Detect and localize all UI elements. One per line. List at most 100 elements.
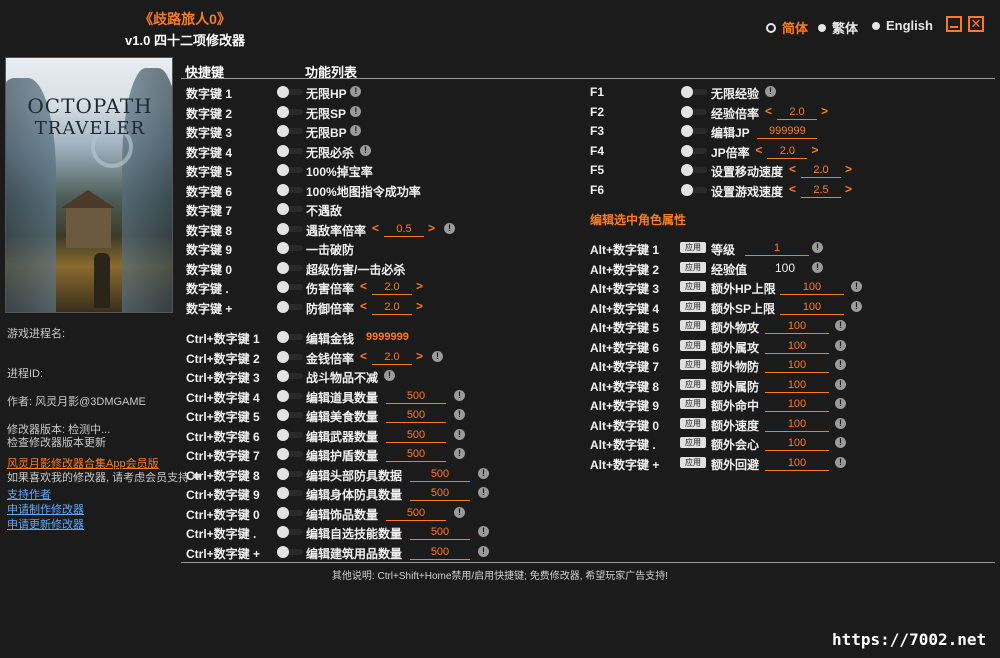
feature-row: 数字键 7 不遇敌 bbox=[0, 199, 590, 218]
feature-row: F6 设置游戏速度 <2.5 > bbox=[0, 180, 1000, 199]
stepper-decrease-button[interactable]: < bbox=[755, 143, 762, 157]
apply-button[interactable]: 应用 bbox=[680, 437, 706, 448]
value-input[interactable]: 100 bbox=[765, 358, 829, 373]
toggle-switch[interactable] bbox=[277, 487, 303, 499]
close-button[interactable]: ✕ bbox=[968, 16, 984, 32]
value-input[interactable]: 100 bbox=[765, 378, 829, 393]
apply-button[interactable]: 应用 bbox=[680, 359, 706, 370]
stepper-increase-button[interactable]: > bbox=[428, 221, 435, 235]
apply-button[interactable]: 应用 bbox=[680, 417, 706, 429]
hotkey-label: Alt+数字键 1 bbox=[590, 243, 660, 257]
value-input[interactable]: 999999 bbox=[757, 124, 818, 139]
lang-label: 简体 bbox=[782, 21, 809, 36]
minimize-button[interactable] bbox=[946, 16, 962, 32]
toggle-switch[interactable] bbox=[277, 526, 303, 538]
feature-row: F4 JP倍率 <2.0 > bbox=[0, 141, 1000, 160]
info-icon: ! bbox=[835, 378, 846, 390]
hotkey-label: Alt+数字键 2 bbox=[590, 262, 660, 277]
feature-row: Ctrl+数字键 9 编辑身体防具数量 500! bbox=[0, 483, 590, 502]
apply-button[interactable]: 应用 bbox=[680, 242, 706, 253]
apply-button[interactable]: 应用 bbox=[680, 261, 706, 273]
attribute-row: Alt+数字键 2 应用 经验值 100! bbox=[0, 258, 1000, 277]
value-input[interactable]: 500 bbox=[410, 545, 470, 560]
toggle-switch[interactable] bbox=[681, 86, 707, 98]
stepper-value[interactable]: 2.0 bbox=[801, 163, 841, 178]
apply-button[interactable]: 应用 bbox=[680, 300, 706, 312]
footer-divider bbox=[181, 562, 995, 563]
attribute-label: 额外物攻 bbox=[711, 321, 760, 335]
stepper-value[interactable]: 2.0 bbox=[767, 144, 808, 159]
feature-row: Ctrl+数字键 0 编辑饰品数量 500! bbox=[0, 503, 590, 522]
stepper-value[interactable]: 0.5 bbox=[384, 222, 424, 237]
toggle-switch[interactable] bbox=[277, 506, 303, 519]
hotkey-label: Alt+数字键 4 bbox=[590, 301, 660, 316]
stepper-decrease-button[interactable]: < bbox=[789, 162, 796, 176]
hotkey-label: 数字键 7 bbox=[186, 204, 233, 218]
apply-button[interactable]: 应用 bbox=[680, 320, 706, 331]
apply-button[interactable]: 应用 bbox=[680, 281, 706, 292]
value-input[interactable]: 500 bbox=[410, 486, 470, 501]
info-icon: ! bbox=[851, 281, 862, 292]
attribute-row: Alt+数字键 5 应用 额外物攻 100! bbox=[0, 316, 1000, 335]
value-input[interactable]: 100 bbox=[765, 417, 829, 432]
value-input[interactable]: 1 bbox=[745, 241, 809, 256]
stepper-increase-button[interactable]: > bbox=[821, 104, 828, 118]
value-input[interactable]: 100 bbox=[765, 339, 829, 354]
toggle-switch[interactable] bbox=[681, 125, 707, 137]
info-icon: ! bbox=[765, 86, 776, 97]
lang-english[interactable]: English bbox=[872, 18, 933, 33]
lang-simplified[interactable]: 简体 bbox=[766, 18, 808, 37]
value-input[interactable]: 100 bbox=[765, 436, 829, 451]
stepper-increase-button[interactable]: > bbox=[845, 182, 852, 196]
stepper-value[interactable]: 2.5 bbox=[801, 183, 841, 198]
hotkey-label: F4 bbox=[590, 143, 605, 158]
apply-button[interactable]: 应用 bbox=[680, 339, 706, 351]
lang-label: English bbox=[886, 18, 933, 33]
footer-note: 其他说明: Ctrl+Shift+Home禁用/启用快捷键; 免费修改器, 希望… bbox=[331, 571, 669, 582]
value-input[interactable]: 100 bbox=[765, 397, 829, 412]
stepper-value[interactable]: 2.0 bbox=[777, 105, 817, 120]
info-icon: ! bbox=[835, 437, 846, 448]
stepper-increase-button[interactable]: > bbox=[811, 143, 818, 157]
apply-button[interactable]: 应用 bbox=[680, 456, 706, 468]
radio-icon bbox=[818, 23, 826, 32]
feature-row: F3 编辑JP 999999 bbox=[0, 121, 1000, 140]
toggle-switch[interactable] bbox=[277, 203, 303, 215]
toggle-switch[interactable] bbox=[681, 105, 707, 118]
toggle-switch[interactable] bbox=[277, 545, 303, 558]
value-input[interactable]: 500 bbox=[410, 525, 470, 540]
apply-button[interactable]: 应用 bbox=[680, 378, 706, 390]
lang-traditional[interactable]: 繁体 bbox=[818, 18, 858, 37]
info-icon: ! bbox=[851, 300, 862, 312]
value-input[interactable]: 100 bbox=[780, 280, 844, 295]
feature-label: 编辑饰品数量 bbox=[306, 507, 379, 522]
apply-button[interactable]: 应用 bbox=[680, 398, 706, 409]
game-title: 《歧路旅人0》 bbox=[139, 11, 231, 27]
hotkey-label: Alt+数字键 + bbox=[590, 457, 660, 472]
value-input[interactable]: 100 bbox=[765, 456, 829, 471]
feature-label: 不遇敌 bbox=[306, 204, 343, 218]
hotkey-label: F6 bbox=[590, 182, 605, 197]
attribute-row: Alt+数字键 9 应用 额外命中 100! bbox=[0, 394, 1000, 413]
stepper-decrease-button[interactable]: < bbox=[765, 104, 772, 118]
toggle-knob bbox=[681, 164, 693, 176]
toggle-switch[interactable] bbox=[681, 164, 707, 176]
toggle-switch[interactable] bbox=[681, 144, 707, 157]
hotkey-label: Alt+数字键 7 bbox=[590, 360, 660, 374]
hotkey-label: F3 bbox=[590, 124, 605, 138]
toggle-knob bbox=[681, 86, 693, 98]
toggle-switch[interactable] bbox=[277, 222, 303, 235]
value-input[interactable]: 500 bbox=[386, 506, 446, 521]
toggle-switch[interactable] bbox=[681, 183, 707, 196]
info-icon: ! bbox=[835, 398, 846, 409]
attribute-row: Alt+数字键 1 应用 等级 1! bbox=[0, 238, 1000, 257]
feature-row: F5 设置移动速度 <2.0 > bbox=[0, 160, 1000, 179]
value-input[interactable]: 100 bbox=[765, 319, 829, 334]
info-icon: ! bbox=[478, 545, 489, 557]
stepper-increase-button[interactable]: > bbox=[845, 162, 852, 176]
info-icon: ! bbox=[835, 339, 846, 351]
stepper-decrease-button[interactable]: < bbox=[372, 221, 379, 235]
value-input[interactable]: 100 bbox=[780, 300, 844, 315]
hotkey-label: Ctrl+数字键 . bbox=[186, 527, 257, 541]
stepper-decrease-button[interactable]: < bbox=[789, 182, 796, 196]
